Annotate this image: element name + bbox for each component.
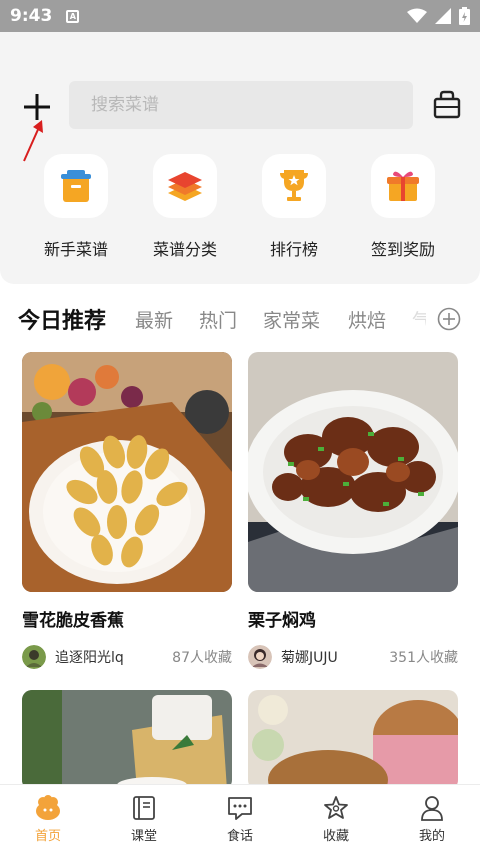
nav-label: 首页 xyxy=(34,829,61,844)
user-icon xyxy=(421,796,443,821)
status-bar: 9:43 A xyxy=(0,0,480,32)
recipe-author[interactable]: 菊娜JUJU xyxy=(281,647,338,667)
battery-icon xyxy=(459,7,470,25)
nav-label: 收藏 xyxy=(322,829,349,844)
bottom-nav: 首页 课堂 食话 收藏 我的 xyxy=(0,784,480,852)
signal-icon xyxy=(435,8,451,24)
recipe-card[interactable]: 栗子焖鸡 菊娜JUJU 351人收藏 xyxy=(248,352,458,669)
recipe-author[interactable]: 追逐阳光lq xyxy=(55,647,124,667)
quick-link-beginner[interactable]: 新手菜谱 xyxy=(28,154,124,260)
layers-icon xyxy=(153,154,217,218)
add-tab-icon[interactable] xyxy=(437,307,461,331)
nav-home[interactable]: 首页 xyxy=(0,785,96,852)
tab-partial[interactable]: 气 xyxy=(412,306,426,333)
recipe-favorites: 87人收藏 xyxy=(172,650,232,666)
nav-label: 我的 xyxy=(418,829,445,844)
tab-hot[interactable]: 热门 xyxy=(199,306,237,333)
search-placeholder: 搜索菜谱 xyxy=(91,95,159,115)
book-icon xyxy=(133,796,155,820)
avatar[interactable] xyxy=(248,645,272,669)
quick-link-label: 签到奖励 xyxy=(370,240,435,259)
tab-home-cooking[interactable]: 家常菜 xyxy=(263,306,320,333)
notification-icon: A xyxy=(66,9,80,23)
recipe-title[interactable]: 雪花脆皮香蕉 xyxy=(22,606,232,631)
recipe-card-partial[interactable] xyxy=(248,690,458,790)
basket-icon xyxy=(44,154,108,218)
gift-icon xyxy=(371,154,435,218)
recipe-photo[interactable] xyxy=(22,352,232,592)
nav-profile[interactable]: 我的 xyxy=(384,785,480,852)
nav-label: 课堂 xyxy=(130,829,157,844)
quick-link-label: 排行榜 xyxy=(269,240,318,259)
nav-label: 食话 xyxy=(226,829,253,844)
tab-baking[interactable]: 烘焙 xyxy=(348,306,386,333)
recipe-card[interactable]: 雪花脆皮香蕉 追逐阳光lq 87人收藏 xyxy=(22,352,232,669)
top-panel: 搜索菜谱 新手菜谱 菜谱分类 排行榜 签到奖励 xyxy=(0,32,480,284)
quick-link-label: 新手菜谱 xyxy=(43,240,108,259)
recipe-title[interactable]: 栗子焖鸡 xyxy=(248,606,458,631)
tab-latest[interactable]: 最新 xyxy=(135,306,173,333)
nav-classroom[interactable]: 课堂 xyxy=(96,785,192,852)
shopping-bag-icon[interactable] xyxy=(432,90,462,120)
home-icon xyxy=(36,795,60,820)
wifi-icon xyxy=(407,8,427,23)
recipe-favorites: 351人收藏 xyxy=(389,650,458,666)
search-input[interactable]: 搜索菜谱 xyxy=(69,81,413,129)
status-time: 9:43 xyxy=(10,6,53,26)
trophy-icon xyxy=(262,154,326,218)
quick-link-label: 菜谱分类 xyxy=(152,240,217,259)
recipe-photo[interactable] xyxy=(248,352,458,592)
chat-icon xyxy=(228,797,252,820)
recipe-card-partial[interactable] xyxy=(22,690,232,790)
quick-link-ranking[interactable]: 排行榜 xyxy=(246,154,342,260)
recipe-meta: 追逐阳光lq 87人收藏 xyxy=(22,645,232,669)
quick-link-categories[interactable]: 菜谱分类 xyxy=(137,154,233,260)
nav-talk[interactable]: 食话 xyxy=(192,785,288,852)
star-icon xyxy=(324,796,348,819)
nav-favorites[interactable]: 收藏 xyxy=(288,785,384,852)
category-tabs: 今日推荐 最新 热门 家常菜 烘焙 气 xyxy=(0,300,480,338)
recipe-meta: 菊娜JUJU 351人收藏 xyxy=(248,645,458,669)
tab-today[interactable]: 今日推荐 xyxy=(18,303,106,335)
avatar[interactable] xyxy=(22,645,46,669)
quick-link-checkin[interactable]: 签到奖励 xyxy=(355,154,451,260)
